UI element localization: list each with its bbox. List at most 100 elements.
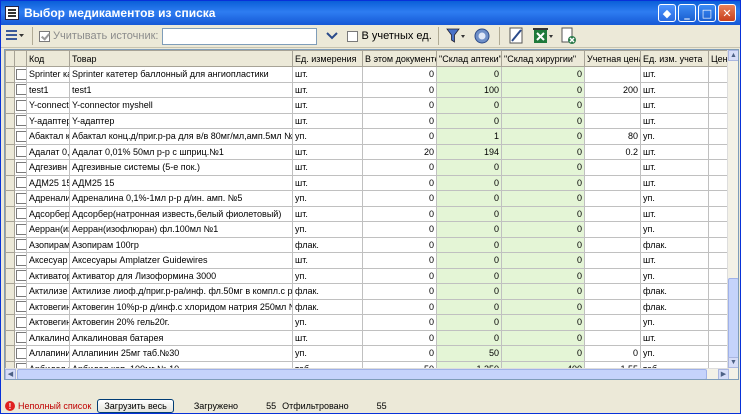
row-indicator[interactable] bbox=[5, 81, 15, 98]
source-input[interactable] bbox=[162, 27, 318, 45]
table-row[interactable]: Адгезивн Адгезивные системы (5-е пок.) шт.… bbox=[5, 159, 730, 176]
table-row[interactable]: Адсорбер(Адсорбер(натронная известь,белы… bbox=[5, 205, 730, 222]
checkbox-box[interactable] bbox=[16, 270, 26, 282]
cell-in-document[interactable]: 0 bbox=[362, 112, 437, 129]
row-indicator[interactable] bbox=[5, 345, 15, 362]
column-header-in-document[interactable]: В этом документе bbox=[362, 50, 437, 67]
checkbox-box[interactable] bbox=[16, 99, 26, 111]
cell-in-document[interactable]: 0 bbox=[362, 128, 437, 145]
scroll-down-button[interactable]: ▼ bbox=[728, 357, 738, 368]
row-select-checkbox[interactable] bbox=[14, 252, 27, 269]
checkbox-box[interactable] bbox=[16, 68, 26, 80]
table-row[interactable]: АдреналинАдреналина 0,1%-1мл р-р д/ин. а… bbox=[5, 190, 730, 207]
cell-in-document[interactable]: 0 bbox=[362, 252, 437, 269]
maximize-button[interactable]: □ bbox=[698, 4, 716, 22]
cell-in-document[interactable]: 0 bbox=[362, 190, 437, 207]
column-header-account-unit[interactable]: Ед. изм. учета bbox=[640, 50, 709, 67]
checkbox-box[interactable] bbox=[16, 285, 26, 297]
row-select-checkbox[interactable] bbox=[14, 66, 27, 83]
row-indicator[interactable] bbox=[5, 174, 15, 191]
horizontal-scroll-thumb[interactable] bbox=[17, 369, 707, 379]
delete-document-icon[interactable] bbox=[558, 27, 580, 46]
checkbox-box[interactable] bbox=[16, 332, 26, 344]
cell-in-document[interactable]: 0 bbox=[362, 298, 437, 315]
horizontal-scrollbar[interactable]: ◀ ▶ bbox=[5, 368, 729, 379]
checkbox-box[interactable] bbox=[347, 30, 359, 42]
cell-in-document[interactable]: 0 bbox=[362, 205, 437, 222]
cell-in-document[interactable]: 0 bbox=[362, 159, 437, 176]
checkbox-box[interactable] bbox=[16, 347, 26, 359]
row-select-checkbox[interactable] bbox=[14, 190, 27, 207]
column-header-pharmacy-stock[interactable]: "Склад аптеки" bbox=[436, 50, 502, 67]
row-indicator[interactable] bbox=[5, 236, 15, 253]
checkbox-box[interactable] bbox=[16, 223, 26, 235]
column-header-unit[interactable]: Ед. измерения bbox=[292, 50, 363, 67]
row-indicator[interactable] bbox=[5, 159, 15, 176]
column-header-code[interactable]: Код bbox=[26, 50, 70, 67]
row-select-checkbox[interactable] bbox=[14, 298, 27, 315]
row-select-checkbox[interactable] bbox=[14, 128, 27, 145]
row-indicator[interactable] bbox=[5, 128, 15, 145]
cell-in-document[interactable]: 0 bbox=[362, 283, 437, 300]
minimize-button[interactable]: _ bbox=[678, 4, 696, 22]
table-row[interactable]: Активатор Активатор для Лизоформина 3000 у… bbox=[5, 267, 730, 284]
chevron-down-icon[interactable] bbox=[321, 27, 343, 46]
filter-icon[interactable] bbox=[445, 27, 467, 46]
row-select-checkbox[interactable] bbox=[14, 221, 27, 238]
row-select-checkbox[interactable] bbox=[14, 81, 27, 98]
row-indicator[interactable] bbox=[5, 66, 15, 83]
checkbox-box[interactable] bbox=[16, 316, 26, 328]
row-indicator[interactable] bbox=[5, 267, 15, 284]
row-indicator[interactable] bbox=[5, 190, 15, 207]
checkbox-box[interactable] bbox=[16, 146, 26, 158]
checkbox-box[interactable] bbox=[16, 130, 26, 142]
row-select-checkbox[interactable] bbox=[14, 97, 27, 114]
row-select-checkbox[interactable] bbox=[14, 314, 27, 331]
row-select-checkbox[interactable] bbox=[14, 329, 27, 346]
checkbox-box[interactable] bbox=[16, 84, 26, 96]
column-header-product[interactable]: Товар bbox=[69, 50, 293, 67]
table-row[interactable]: test1 test1 шт. 0 100 0 200 шт. bbox=[5, 81, 730, 98]
row-indicator[interactable] bbox=[5, 314, 15, 331]
cell-in-document[interactable]: 0 bbox=[362, 345, 437, 362]
checkbox-box[interactable] bbox=[16, 208, 26, 220]
column-settings-icon[interactable] bbox=[4, 27, 26, 46]
table-row[interactable]: Актовегин Актовегин 10%р-р д/инф.с хлорид… bbox=[5, 298, 730, 315]
table-row[interactable]: Y-адаптер Y-адаптер шт. 0 0 0 шт. bbox=[5, 112, 730, 129]
row-select-checkbox[interactable] bbox=[14, 205, 27, 222]
checkbox-box[interactable] bbox=[16, 161, 26, 173]
row-select-checkbox[interactable] bbox=[14, 283, 27, 300]
row-indicator[interactable] bbox=[5, 205, 15, 222]
scroll-left-button[interactable]: ◀ bbox=[5, 369, 16, 379]
cell-in-document[interactable]: 0 bbox=[362, 221, 437, 238]
checkbox-box[interactable] bbox=[16, 254, 26, 266]
use-source-checkbox[interactable]: Учитывать источник: bbox=[39, 30, 158, 42]
cell-in-document[interactable]: 0 bbox=[362, 174, 437, 191]
row-indicator[interactable] bbox=[5, 143, 15, 160]
cell-in-document[interactable]: 0 bbox=[362, 329, 437, 346]
help-icon[interactable]: ◆ bbox=[658, 4, 676, 22]
scroll-up-button[interactable]: ▲ bbox=[728, 50, 738, 61]
column-header-account-price[interactable]: Учетная цена bbox=[584, 50, 641, 67]
table-row[interactable]: Y-connecto Y-connector myshell шт. 0 0 0 шт. bbox=[5, 97, 730, 114]
cell-in-document[interactable]: 0 bbox=[362, 97, 437, 114]
row-indicator[interactable] bbox=[5, 329, 15, 346]
table-row[interactable]: АДМ25 15 АДМ25 15 шт. 0 0 0 шт. bbox=[5, 174, 730, 191]
table-row[interactable]: Sprinter катSprinter катетер баллонный д… bbox=[5, 66, 730, 83]
row-select-checkbox[interactable] bbox=[14, 159, 27, 176]
row-indicator[interactable] bbox=[5, 221, 15, 238]
cell-in-document[interactable]: 0 bbox=[362, 236, 437, 253]
refresh-icon[interactable] bbox=[471, 27, 493, 46]
cell-in-document[interactable]: 20 bbox=[362, 143, 437, 160]
excel-export-icon[interactable] bbox=[532, 27, 554, 46]
table-row[interactable]: Абактал коАбактал конц.д/приг.р-ра для в… bbox=[5, 128, 730, 145]
checkbox-box[interactable] bbox=[16, 177, 26, 189]
row-select-checkbox[interactable] bbox=[14, 345, 27, 362]
table-row[interactable]: Аерран(из Аерран(изофлюран) фл.100мл №1 уп… bbox=[5, 221, 730, 238]
checkbox-box[interactable] bbox=[39, 30, 50, 42]
row-select-checkbox[interactable] bbox=[14, 236, 27, 253]
column-header-checkbox[interactable] bbox=[14, 50, 27, 67]
scroll-right-button[interactable]: ▶ bbox=[718, 369, 729, 379]
cell-in-document[interactable]: 0 bbox=[362, 81, 437, 98]
table-row[interactable]: Актилизе лАктилизе лиоф.д/приг.р-ра/инф.… bbox=[5, 283, 730, 300]
